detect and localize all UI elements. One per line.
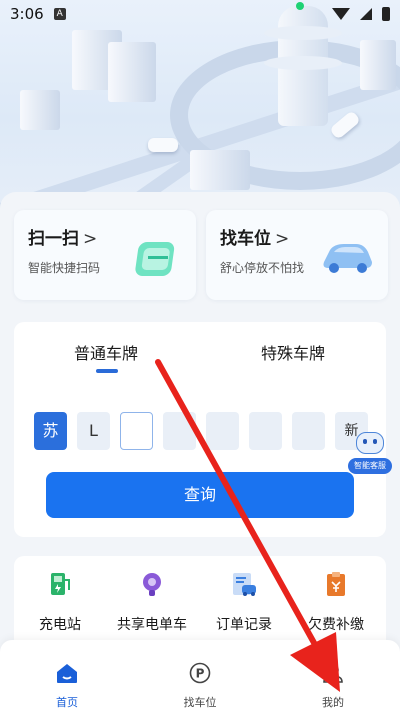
building (20, 90, 60, 130)
car (148, 138, 178, 152)
city-illustration (0, 0, 400, 215)
find-parking-title: 找车位 (220, 229, 271, 249)
home-icon (57, 664, 77, 683)
chevron-right-icon: > (83, 229, 98, 249)
charging-station-icon (51, 573, 70, 595)
query-button[interactable]: 查询 (46, 472, 354, 518)
plate-char-cell[interactable] (163, 412, 196, 450)
plate-char-cell[interactable] (249, 412, 282, 450)
order-record-icon (233, 573, 256, 596)
wifi-icon (332, 8, 350, 20)
profile-icon (323, 664, 343, 683)
scan-card-icon (135, 242, 175, 276)
assistant-robot[interactable]: 智能客服 (346, 424, 394, 480)
nav-find-parking[interactable]: P 找车位 (160, 662, 240, 710)
tab-indicator (96, 369, 118, 373)
service-label: 订单记录 (216, 617, 272, 633)
nav-profile[interactable]: 我的 (293, 662, 373, 710)
status-time: 3:06 (10, 5, 44, 23)
scan-card[interactable]: 扫一扫 > 智能快捷扫码 (14, 210, 196, 300)
service-arrears-payment[interactable]: 欠费补缴 (296, 570, 376, 634)
service-shared-scooter[interactable]: 共享电单车 (112, 570, 192, 634)
tab-special-plate[interactable]: 特殊车牌 (261, 340, 325, 364)
service-label: 欠费补缴 (308, 617, 364, 633)
car-icon (323, 244, 372, 273)
nav-home[interactable]: 首页 (27, 662, 107, 710)
nav-label: 找车位 (183, 696, 217, 709)
signal-icon (360, 8, 372, 20)
tab-regular-plate[interactable]: 普通车牌 (74, 340, 138, 364)
building (190, 150, 250, 190)
arrears-payment-icon (327, 572, 345, 596)
service-label: 共享电单车 (117, 617, 187, 633)
parking-icon: P (189, 662, 211, 684)
service-charging-station[interactable]: 充电站 (20, 570, 100, 634)
scooter-icon (143, 573, 161, 596)
svg-text:P: P (196, 667, 205, 681)
robot-icon (356, 432, 384, 454)
service-label: 充电站 (39, 617, 81, 633)
assistant-label: 智能客服 (348, 458, 392, 474)
plate-char-cell[interactable] (206, 412, 239, 450)
plate-province-cell[interactable]: 苏 (34, 412, 67, 450)
scan-title: 扫一扫 (28, 229, 79, 249)
nav-label: 我的 (322, 696, 344, 709)
service-order-record[interactable]: 订单记录 (204, 570, 284, 634)
plate-char-cell[interactable] (120, 412, 153, 450)
status-bar: 3:06 A (0, 0, 400, 28)
chevron-right-icon: > (275, 229, 290, 249)
notification-icon: A (53, 8, 66, 20)
plate-char-cell[interactable] (292, 412, 325, 450)
building (108, 42, 156, 102)
find-parking-card[interactable]: 找车位 > 舒心停放不怕找 (206, 210, 388, 300)
building (360, 40, 396, 90)
battery-icon (382, 7, 390, 21)
plate-char-cell[interactable]: L (77, 412, 110, 450)
nav-label: 首页 (56, 696, 78, 709)
